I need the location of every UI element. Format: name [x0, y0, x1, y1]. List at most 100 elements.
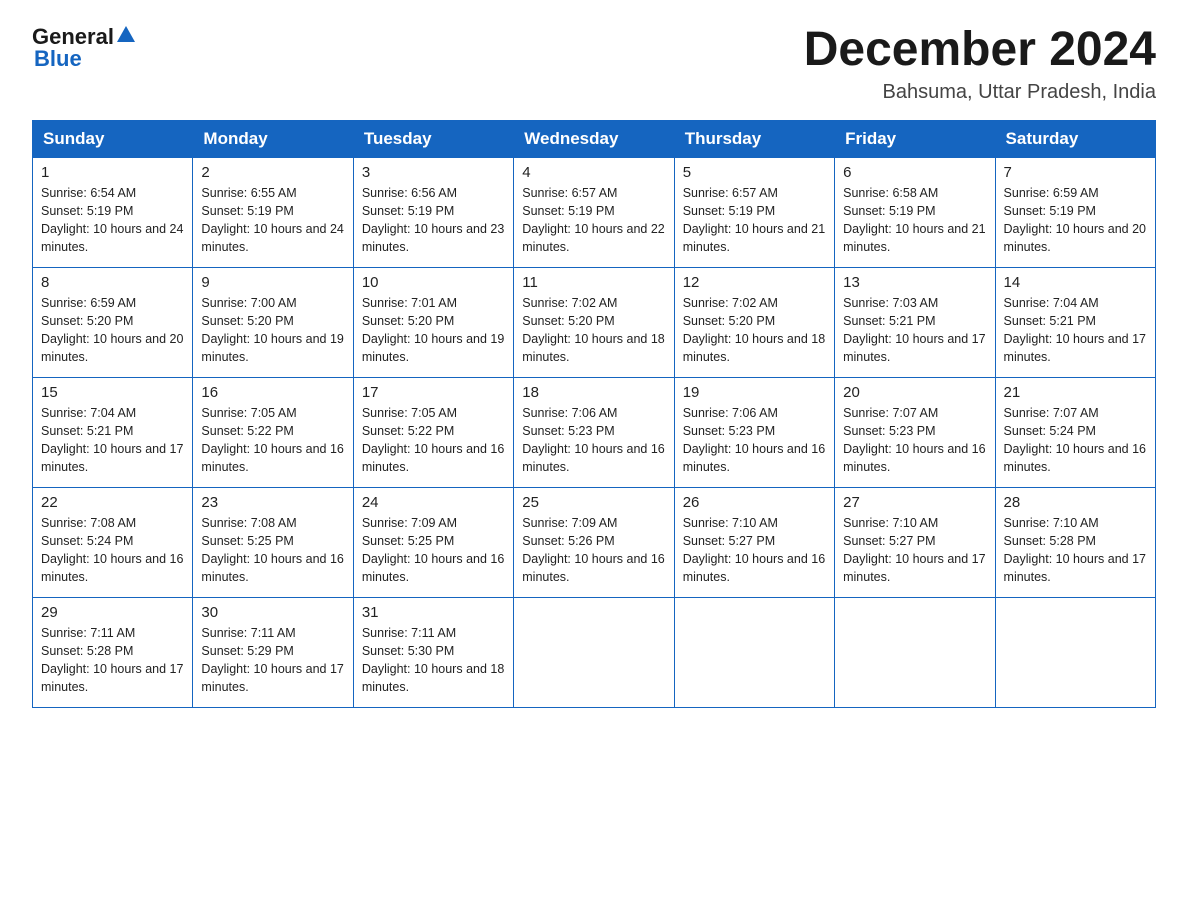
calendar-cell: 13Sunrise: 7:03 AMSunset: 5:21 PMDayligh…: [835, 267, 995, 377]
calendar-cell: 7 Sunrise: 6:59 AMSunset: 5:19 PMDaylight…: [995, 157, 1155, 267]
day-info: Sunrise: 7:08 AMSunset: 5:24 PMDaylight:…: [41, 514, 184, 587]
calendar-cell: 19 Sunrise: 7:06 AMSunset: 5:23 PMDayligh…: [674, 377, 834, 487]
calendar-cell: 21 Sunrise: 7:07 AMSunset: 5:24 PMDayligh…: [995, 377, 1155, 487]
calendar-cell: 3Sunrise: 6:56 AMSunset: 5:19 PMDaylight…: [353, 157, 513, 267]
calendar-cell: 26Sunrise: 7:10 AMSunset: 5:27 PMDayligh…: [674, 487, 834, 597]
calendar-week-row: 8Sunrise: 6:59 AMSunset: 5:20 PMDaylight…: [33, 267, 1156, 377]
day-number: 3: [362, 164, 505, 181]
day-info: Sunrise: 7:11 AMSunset: 5:30 PMDaylight:…: [362, 624, 505, 697]
day-info: Sunrise: 6:57 AMSunset: 5:19 PMDaylight:…: [522, 184, 665, 257]
day-info: Sunrise: 6:59 AMSunset: 5:19 PMDaylight:…: [1004, 184, 1147, 257]
calendar-cell: 18 Sunrise: 7:06 AMSunset: 5:23 PMDayligh…: [514, 377, 674, 487]
title-block: December 2024 Bahsuma, Uttar Pradesh, In…: [804, 24, 1156, 104]
day-info: Sunrise: 7:05 AMSunset: 5:22 PMDaylight:…: [362, 404, 505, 477]
calendar-cell: 20Sunrise: 7:07 AMSunset: 5:23 PMDayligh…: [835, 377, 995, 487]
calendar-cell: [835, 597, 995, 707]
day-number: 24: [362, 494, 505, 511]
col-header-wednesday: Wednesday: [514, 120, 674, 157]
day-number: 25: [522, 494, 665, 511]
day-info: Sunrise: 7:02 AMSunset: 5:20 PMDaylight:…: [683, 294, 826, 367]
day-number: 15: [41, 384, 184, 401]
col-header-saturday: Saturday: [995, 120, 1155, 157]
day-number: 11: [522, 274, 665, 291]
day-info: Sunrise: 7:11 AMSunset: 5:29 PMDaylight:…: [201, 624, 344, 697]
calendar-cell: 6Sunrise: 6:58 AMSunset: 5:19 PMDaylight…: [835, 157, 995, 267]
day-number: 18: [522, 384, 665, 401]
calendar-title: December 2024: [804, 24, 1156, 77]
day-info: Sunrise: 6:55 AMSunset: 5:19 PMDaylight:…: [201, 184, 344, 257]
day-info: Sunrise: 6:54 AMSunset: 5:19 PMDaylight:…: [41, 184, 184, 257]
logo-triangle-icon: [117, 26, 135, 47]
calendar-cell: 30 Sunrise: 7:11 AMSunset: 5:29 PMDayligh…: [193, 597, 353, 707]
logo-blue-text: Blue: [34, 46, 82, 72]
day-info: Sunrise: 7:10 AMSunset: 5:27 PMDaylight:…: [843, 514, 986, 587]
calendar-cell: [514, 597, 674, 707]
calendar-cell: 22 Sunrise: 7:08 AMSunset: 5:24 PMDayligh…: [33, 487, 193, 597]
day-info: Sunrise: 7:04 AMSunset: 5:21 PMDaylight:…: [1004, 294, 1147, 367]
day-number: 20: [843, 384, 986, 401]
day-number: 16: [201, 384, 344, 401]
day-number: 1: [41, 164, 184, 181]
calendar-cell: 23 Sunrise: 7:08 AMSunset: 5:25 PMDayligh…: [193, 487, 353, 597]
calendar-cell: 29 Sunrise: 7:11 AMSunset: 5:28 PMDayligh…: [33, 597, 193, 707]
day-number: 7: [1004, 164, 1147, 181]
day-number: 30: [201, 604, 344, 621]
calendar-cell: 17 Sunrise: 7:05 AMSunset: 5:22 PMDayligh…: [353, 377, 513, 487]
day-number: 9: [201, 274, 344, 291]
day-number: 22: [41, 494, 184, 511]
day-number: 31: [362, 604, 505, 621]
calendar-table: SundayMondayTuesdayWednesdayThursdayFrid…: [32, 120, 1156, 708]
calendar-week-row: 29 Sunrise: 7:11 AMSunset: 5:28 PMDayligh…: [33, 597, 1156, 707]
day-info: Sunrise: 7:06 AMSunset: 5:23 PMDaylight:…: [683, 404, 826, 477]
day-number: 27: [843, 494, 986, 511]
day-number: 23: [201, 494, 344, 511]
logo: General Blue: [32, 24, 135, 72]
calendar-cell: [995, 597, 1155, 707]
calendar-cell: 4 Sunrise: 6:57 AMSunset: 5:19 PMDaylight…: [514, 157, 674, 267]
day-number: 21: [1004, 384, 1147, 401]
day-info: Sunrise: 7:06 AMSunset: 5:23 PMDaylight:…: [522, 404, 665, 477]
calendar-cell: [674, 597, 834, 707]
calendar-cell: 1 Sunrise: 6:54 AMSunset: 5:19 PMDaylight…: [33, 157, 193, 267]
col-header-monday: Monday: [193, 120, 353, 157]
day-info: Sunrise: 7:11 AMSunset: 5:28 PMDaylight:…: [41, 624, 184, 697]
day-number: 5: [683, 164, 826, 181]
day-number: 29: [41, 604, 184, 621]
calendar-cell: 5Sunrise: 6:57 AMSunset: 5:19 PMDaylight…: [674, 157, 834, 267]
day-info: Sunrise: 7:04 AMSunset: 5:21 PMDaylight:…: [41, 404, 184, 477]
day-number: 4: [522, 164, 665, 181]
calendar-cell: 2 Sunrise: 6:55 AMSunset: 5:19 PMDaylight…: [193, 157, 353, 267]
calendar-cell: 16 Sunrise: 7:05 AMSunset: 5:22 PMDayligh…: [193, 377, 353, 487]
calendar-cell: 10Sunrise: 7:01 AMSunset: 5:20 PMDayligh…: [353, 267, 513, 377]
day-number: 19: [683, 384, 826, 401]
day-info: Sunrise: 7:01 AMSunset: 5:20 PMDaylight:…: [362, 294, 505, 367]
day-info: Sunrise: 7:08 AMSunset: 5:25 PMDaylight:…: [201, 514, 344, 587]
day-info: Sunrise: 7:09 AMSunset: 5:26 PMDaylight:…: [522, 514, 665, 587]
calendar-cell: 15 Sunrise: 7:04 AMSunset: 5:21 PMDayligh…: [33, 377, 193, 487]
day-number: 28: [1004, 494, 1147, 511]
day-info: Sunrise: 7:02 AMSunset: 5:20 PMDaylight:…: [522, 294, 665, 367]
calendar-week-row: 15 Sunrise: 7:04 AMSunset: 5:21 PMDayligh…: [33, 377, 1156, 487]
day-info: Sunrise: 7:09 AMSunset: 5:25 PMDaylight:…: [362, 514, 505, 587]
calendar-subtitle: Bahsuma, Uttar Pradesh, India: [804, 81, 1156, 104]
day-info: Sunrise: 7:07 AMSunset: 5:24 PMDaylight:…: [1004, 404, 1147, 477]
calendar-cell: 14Sunrise: 7:04 AMSunset: 5:21 PMDayligh…: [995, 267, 1155, 377]
day-number: 13: [843, 274, 986, 291]
col-header-thursday: Thursday: [674, 120, 834, 157]
day-info: Sunrise: 7:05 AMSunset: 5:22 PMDaylight:…: [201, 404, 344, 477]
day-number: 17: [362, 384, 505, 401]
calendar-week-row: 22 Sunrise: 7:08 AMSunset: 5:24 PMDayligh…: [33, 487, 1156, 597]
calendar-cell: 11 Sunrise: 7:02 AMSunset: 5:20 PMDayligh…: [514, 267, 674, 377]
col-header-friday: Friday: [835, 120, 995, 157]
page-header: General Blue December 2024 Bahsuma, Utta…: [32, 24, 1156, 104]
day-number: 12: [683, 274, 826, 291]
calendar-cell: 25 Sunrise: 7:09 AMSunset: 5:26 PMDayligh…: [514, 487, 674, 597]
day-number: 2: [201, 164, 344, 181]
calendar-cell: 31 Sunrise: 7:11 AMSunset: 5:30 PMDayligh…: [353, 597, 513, 707]
day-info: Sunrise: 7:00 AMSunset: 5:20 PMDaylight:…: [201, 294, 344, 367]
day-info: Sunrise: 6:59 AMSunset: 5:20 PMDaylight:…: [41, 294, 184, 367]
calendar-header-row: SundayMondayTuesdayWednesdayThursdayFrid…: [33, 120, 1156, 157]
calendar-cell: 8Sunrise: 6:59 AMSunset: 5:20 PMDaylight…: [33, 267, 193, 377]
day-number: 6: [843, 164, 986, 181]
calendar-cell: 9 Sunrise: 7:00 AMSunset: 5:20 PMDaylight…: [193, 267, 353, 377]
